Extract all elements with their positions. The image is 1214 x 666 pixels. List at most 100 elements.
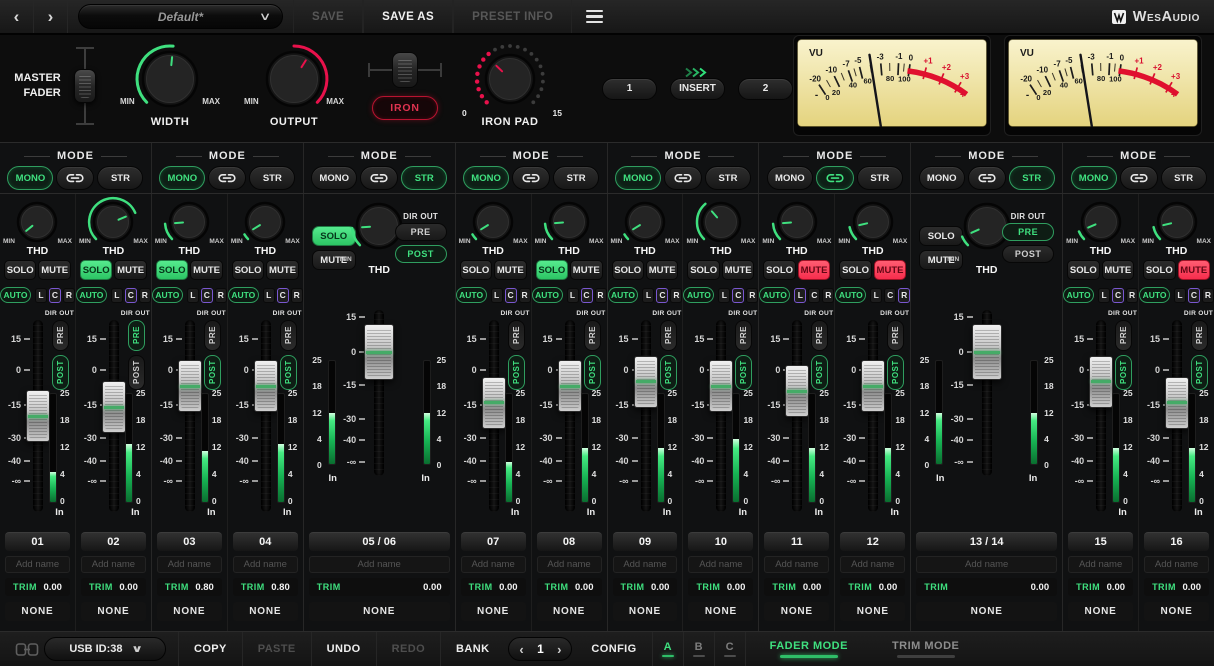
- mode-str-button[interactable]: STR: [704, 166, 751, 190]
- master-fader-cap[interactable]: [74, 68, 97, 103]
- trim-control[interactable]: TRIM 0.00: [308, 578, 450, 596]
- iron-toggle-cap[interactable]: [392, 52, 418, 88]
- fader-track[interactable]: [868, 320, 879, 512]
- pan-r-button[interactable]: R: [290, 287, 303, 303]
- fader-cap[interactable]: [26, 390, 50, 442]
- auto-button[interactable]: AUTO: [227, 287, 259, 303]
- insert-point-1-button[interactable]: 1: [602, 77, 657, 100]
- mode-link-button[interactable]: [208, 166, 247, 190]
- post-button[interactable]: POST: [507, 355, 525, 390]
- post-button[interactable]: POST: [659, 355, 677, 390]
- paste-button[interactable]: PASTE: [245, 632, 309, 666]
- menu-button[interactable]: [572, 0, 616, 33]
- config-button[interactable]: CONFIG: [578, 632, 649, 666]
- pan-c-button[interactable]: C: [1112, 287, 1125, 303]
- post-button[interactable]: POST: [811, 355, 829, 390]
- mode-mono-button[interactable]: MONO: [614, 166, 661, 190]
- routing-selector[interactable]: NONE: [764, 602, 830, 621]
- pan-l-button[interactable]: L: [110, 287, 123, 303]
- pan-c-button[interactable]: C: [580, 287, 593, 303]
- mode-mono-button[interactable]: MONO: [7, 166, 54, 190]
- fader-track[interactable]: [260, 320, 271, 512]
- pre-button[interactable]: PRE: [507, 320, 525, 351]
- trim-control[interactable]: TRIM 0.00: [840, 578, 906, 596]
- fader-cap[interactable]: [101, 381, 126, 434]
- pan-l-button[interactable]: L: [186, 287, 199, 303]
- fader-track[interactable]: [640, 320, 651, 512]
- channel-name-input[interactable]: [232, 556, 298, 573]
- mute-button[interactable]: MUTE: [1177, 260, 1210, 280]
- trim-control[interactable]: TRIM 0.00: [1144, 578, 1209, 596]
- fader-cap[interactable]: [709, 360, 734, 413]
- pre-button[interactable]: PRE: [394, 223, 447, 241]
- insert-point-2-button[interactable]: 2: [738, 77, 793, 100]
- mode-link-button[interactable]: [967, 166, 1006, 190]
- solo-button[interactable]: SOLO: [611, 260, 644, 280]
- copy-button[interactable]: COPY: [181, 632, 240, 666]
- pan-r-button[interactable]: R: [1126, 287, 1139, 303]
- pan-l-button[interactable]: L: [1174, 287, 1186, 303]
- channel-name-input[interactable]: [688, 556, 754, 573]
- auto-button[interactable]: AUTO: [455, 287, 487, 303]
- pre-button[interactable]: PRE: [1002, 223, 1055, 241]
- post-button[interactable]: POST: [203, 355, 221, 390]
- channel-name-input[interactable]: [764, 556, 830, 573]
- trim-control[interactable]: TRIM 0.00: [80, 578, 146, 596]
- pan-c-button[interactable]: C: [1188, 287, 1200, 303]
- mode-mono-button[interactable]: MONO: [1070, 166, 1117, 190]
- fader-cap[interactable]: [481, 376, 506, 429]
- fader-track[interactable]: [184, 320, 195, 512]
- slot-b-button[interactable]: B: [686, 632, 712, 666]
- fader-cap[interactable]: [253, 360, 278, 413]
- preset-info-button[interactable]: PRESET INFO: [453, 0, 573, 33]
- pan-l-button[interactable]: L: [1098, 287, 1111, 303]
- mute-button[interactable]: MUTE: [190, 260, 223, 280]
- pan-r-button[interactable]: R: [822, 287, 835, 303]
- pan-c-button[interactable]: C: [48, 287, 61, 303]
- pan-l-button[interactable]: L: [718, 287, 731, 303]
- pan-l-button[interactable]: L: [34, 287, 47, 303]
- mode-link-button[interactable]: [360, 166, 399, 190]
- pre-button[interactable]: PRE: [735, 320, 753, 351]
- solo-button[interactable]: SOLO: [1067, 260, 1100, 280]
- fader-cap[interactable]: [1165, 376, 1190, 429]
- auto-button[interactable]: AUTO: [0, 287, 31, 303]
- mute-button[interactable]: MUTE: [1101, 260, 1135, 280]
- mode-mono-button[interactable]: MONO: [766, 166, 813, 190]
- mute-button[interactable]: MUTE: [570, 260, 603, 280]
- mode-mono-button[interactable]: MONO: [463, 166, 510, 190]
- preset-prev-button[interactable]: ‹: [0, 0, 34, 33]
- solo-button[interactable]: SOLO: [839, 260, 872, 280]
- post-button[interactable]: POST: [583, 355, 601, 390]
- mode-mono-button[interactable]: MONO: [311, 166, 358, 190]
- trim-control[interactable]: TRIM 0.00: [688, 578, 754, 596]
- mute-button[interactable]: MUTE: [494, 260, 527, 280]
- channel-name-input[interactable]: [308, 556, 450, 573]
- preset-next-button[interactable]: ›: [34, 0, 68, 33]
- redo-button[interactable]: REDO: [379, 632, 438, 666]
- trim-mode-tab[interactable]: TRIM MODE: [870, 632, 981, 666]
- pan-r-button[interactable]: R: [62, 287, 75, 303]
- fader-cap[interactable]: [557, 360, 582, 413]
- mute-button[interactable]: MUTE: [873, 260, 907, 280]
- pan-c-button[interactable]: C: [276, 287, 289, 303]
- width-knob[interactable]: [122, 43, 218, 120]
- mode-link-button[interactable]: [56, 166, 95, 190]
- pan-c-button[interactable]: C: [732, 287, 745, 303]
- post-button[interactable]: POST: [127, 355, 145, 390]
- mute-button[interactable]: MUTE: [114, 260, 147, 280]
- pan-c-button[interactable]: C: [504, 287, 517, 303]
- pre-button[interactable]: PRE: [279, 320, 297, 351]
- solo-button[interactable]: SOLO: [459, 260, 493, 280]
- auto-button[interactable]: AUTO: [759, 287, 791, 303]
- mute-button[interactable]: MUTE: [797, 260, 831, 280]
- fader-track[interactable]: [716, 320, 727, 512]
- fader-track[interactable]: [1096, 320, 1107, 512]
- mode-link-button[interactable]: [1119, 166, 1158, 190]
- iron-pad-knob[interactable]: [460, 43, 560, 120]
- fader-cap[interactable]: [177, 360, 202, 413]
- post-button[interactable]: POST: [394, 245, 447, 263]
- mode-str-button[interactable]: STR: [401, 166, 448, 190]
- trim-control[interactable]: TRIM 0.00: [916, 578, 1058, 596]
- save-button[interactable]: SAVE: [293, 0, 364, 33]
